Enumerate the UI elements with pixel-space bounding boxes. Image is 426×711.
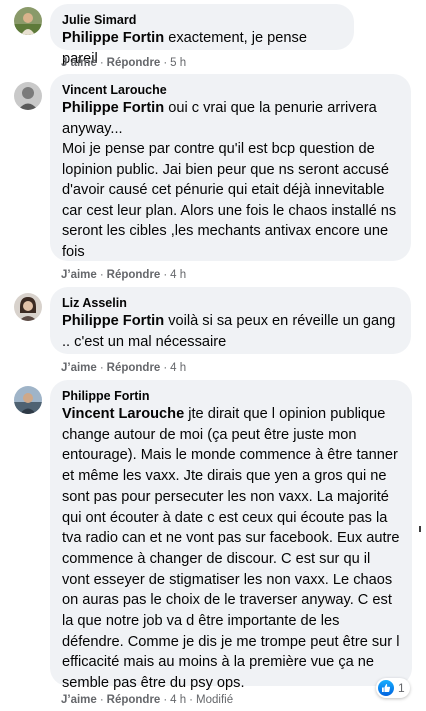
comment-bubble: Philippe Fortin Vincent Larouche jte dir…: [50, 380, 412, 691]
reply-button[interactable]: Répondre: [107, 694, 161, 706]
comment-text: Vincent Larouche jte dirait que l opinio…: [62, 404, 400, 694]
comment-author[interactable]: Julie Simard: [62, 12, 342, 28]
reply-button[interactable]: Répondre: [107, 362, 161, 374]
comment-body: jte dirait que l opinion publique change…: [62, 406, 400, 692]
comment-text: Philippe Fortin voilà si sa peux en réve…: [62, 311, 399, 352]
comment-text: Philippe Fortin oui c vrai que la penuri…: [62, 98, 399, 262]
mention-link[interactable]: Philippe Fortin: [62, 100, 164, 116]
comment-author[interactable]: Philippe Fortin: [62, 388, 400, 404]
avatar[interactable]: [14, 7, 42, 35]
like-button[interactable]: J’aime: [61, 57, 97, 69]
like-button[interactable]: J’aime: [61, 269, 97, 281]
like-button[interactable]: J’aime: [61, 362, 97, 374]
timestamp[interactable]: 5 h: [170, 57, 186, 69]
timestamp[interactable]: 4 h: [170, 269, 186, 281]
like-reaction-icon: [378, 680, 394, 696]
comment-actions: J’aime · Répondre · 4 h: [61, 269, 187, 281]
reaction-summary[interactable]: 1: [376, 678, 410, 698]
comment-author[interactable]: Vincent Larouche: [62, 82, 399, 98]
comment-actions: J’aime · Répondre · 4 h · Modifié: [61, 694, 234, 706]
avatar[interactable]: [14, 293, 42, 321]
avatar[interactable]: [14, 82, 42, 110]
comment-bubble: Julie Simard Philippe Fortin exactement,…: [50, 4, 354, 67]
comment-actions: J’aime · Répondre · 5 h: [61, 57, 187, 69]
comment-author[interactable]: Liz Asselin: [62, 295, 399, 311]
timestamp[interactable]: 4 h: [170, 694, 186, 706]
timestamp[interactable]: 4 h: [170, 362, 186, 374]
mention-link[interactable]: Philippe Fortin: [62, 30, 164, 46]
reaction-count: 1: [398, 681, 405, 695]
avatar[interactable]: [14, 386, 42, 414]
comment-body: oui c vrai que la penurie arrivera anywa…: [62, 100, 397, 260]
scroll-marker: [419, 526, 421, 532]
comment-bubble: Liz Asselin Philippe Fortin voilà si sa …: [50, 287, 411, 354]
mention-link[interactable]: Philippe Fortin: [62, 313, 164, 329]
comment-actions: J’aime · Répondre · 4 h: [61, 362, 187, 374]
reply-button[interactable]: Répondre: [107, 269, 161, 281]
edited-label[interactable]: Modifié: [196, 694, 233, 706]
mention-link[interactable]: Vincent Larouche: [62, 406, 184, 422]
reply-button[interactable]: Répondre: [107, 57, 161, 69]
comment-bubble: Vincent Larouche Philippe Fortin oui c v…: [50, 74, 411, 261]
like-button[interactable]: J’aime: [61, 694, 97, 706]
